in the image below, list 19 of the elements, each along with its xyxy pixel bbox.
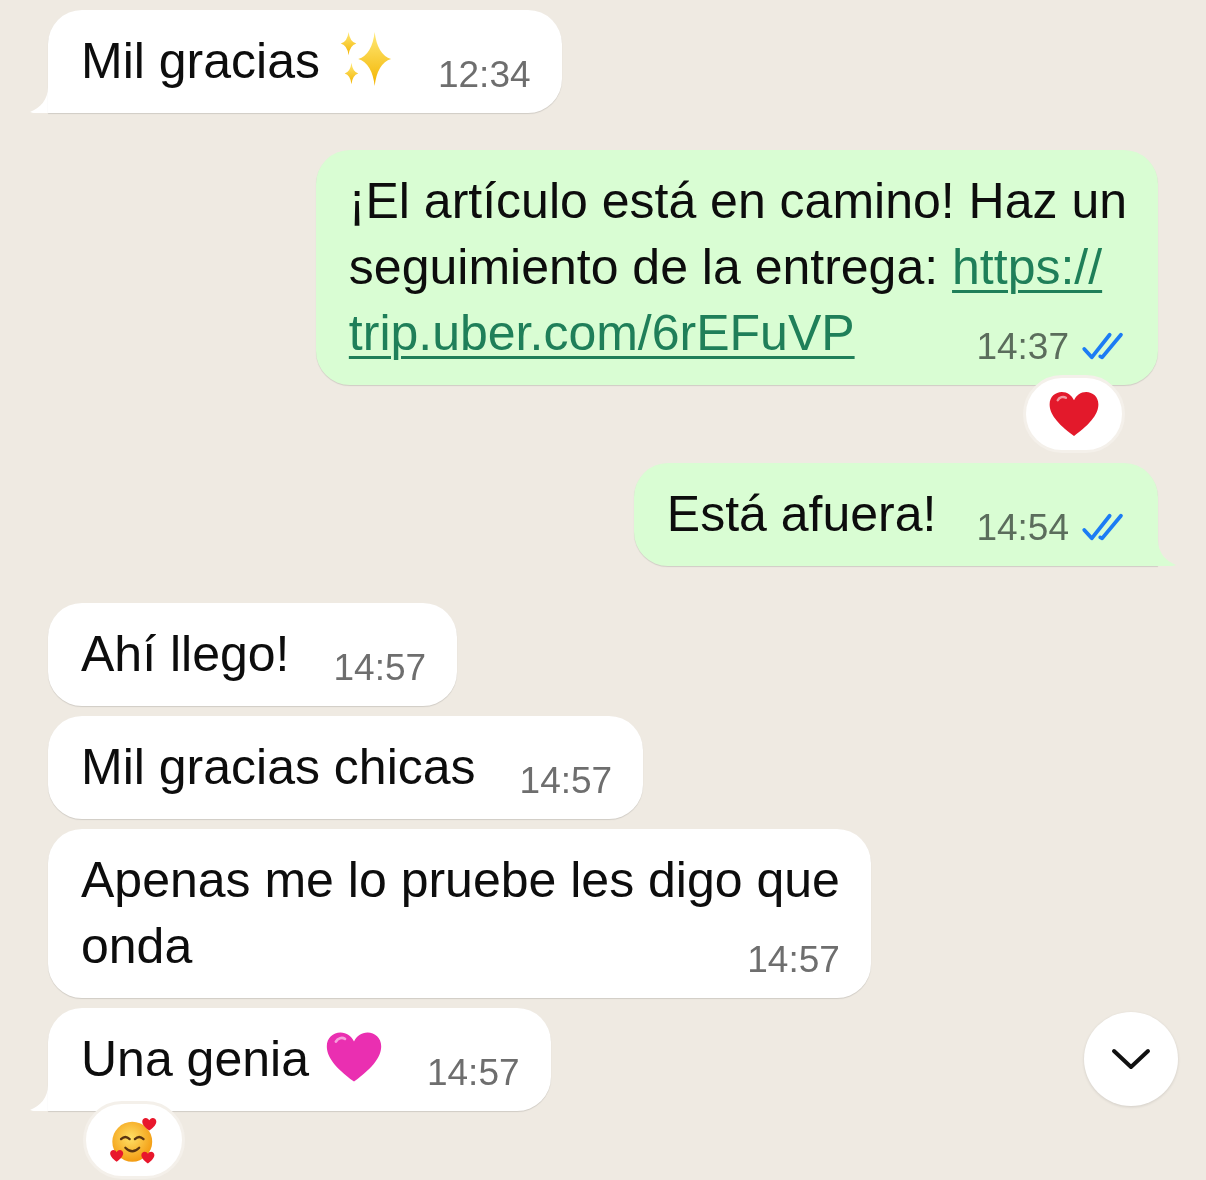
message-time: 12:34 — [437, 56, 531, 94]
message-text: Está afuera! — [666, 485, 937, 544]
link[interactable]: trip.uber.com/6rEFuVP — [348, 300, 855, 366]
message-text: Ahí llego! — [81, 625, 290, 684]
message-time: 14:57 — [519, 762, 613, 800]
message-text: Una genia — [81, 1030, 309, 1089]
chevron-down-icon — [1111, 1048, 1151, 1070]
message-text: Mil gracias chicas — [81, 738, 476, 797]
message-time: 14:57 — [426, 1054, 520, 1092]
message-text: seguimiento de la entrega: https:// — [348, 238, 1103, 297]
message-time: 14:54 — [976, 509, 1069, 547]
message-text: Mil gracias — [81, 32, 320, 91]
message-text: Apenas me lo pruebe les digo que — [81, 851, 840, 910]
link[interactable]: https:// — [952, 239, 1103, 295]
message-time: 14:37 — [976, 328, 1069, 366]
message-text: ¡El artículo está en camino! Haz un — [348, 172, 1127, 231]
message-time: 14:57 — [747, 941, 840, 979]
message-time: 14:57 — [333, 649, 427, 687]
message-text: onda — [81, 917, 193, 976]
